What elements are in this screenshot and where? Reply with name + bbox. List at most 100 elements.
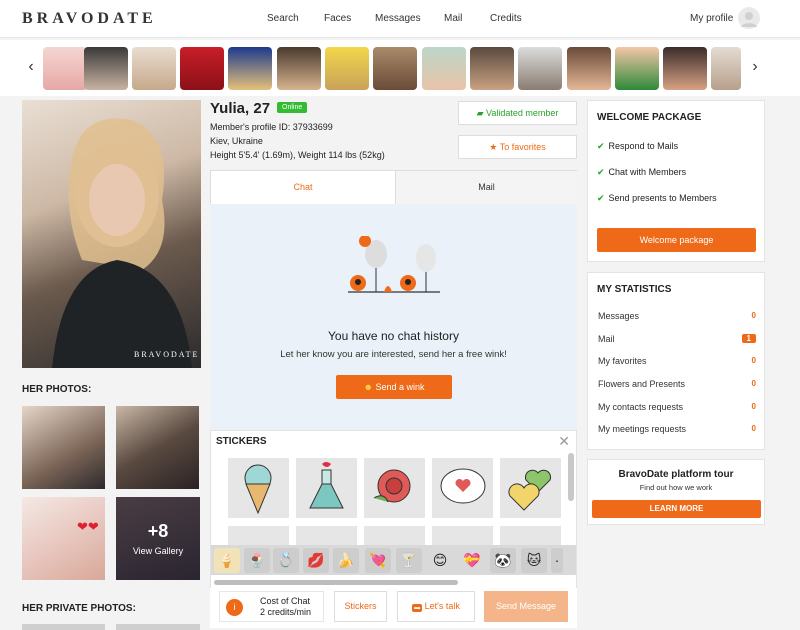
cost-of-chat-box: i Cost of Chat 2 credits/min: [219, 591, 324, 622]
profile-name-age: Yulia, 27: [210, 100, 271, 117]
carousel-thumb[interactable]: [615, 47, 659, 90]
empty-chat-title: You have no chat history: [328, 329, 459, 343]
strip-lips-icon[interactable]: 💋: [303, 548, 329, 573]
portrait-illustration: [52, 118, 192, 368]
sticker-partial[interactable]: [432, 526, 493, 545]
carousel-thumb[interactable]: [180, 47, 224, 90]
welcome-item: ✔ Send presents to Members: [597, 193, 717, 203]
platform-tour-box: BravoDate platform tour Find out how we …: [587, 459, 765, 525]
sticker-partial[interactable]: [364, 526, 425, 545]
gallery-photo[interactable]: ❤❤: [22, 497, 105, 580]
sticker-heart-bubble[interactable]: [432, 458, 493, 518]
carousel-thumb[interactable]: [711, 47, 741, 90]
strip-panda-icon[interactable]: 🐼: [490, 548, 516, 573]
stickers-scrollbar[interactable]: [568, 453, 574, 501]
tab-chat[interactable]: Chat: [211, 171, 395, 204]
stickers-title: STICKERS: [216, 436, 267, 447]
stickers-button[interactable]: Stickers: [334, 591, 387, 622]
strip-cat-icon[interactable]: 🐱: [521, 548, 547, 573]
stat-count: 0: [751, 424, 756, 433]
carousel-thumb[interactable]: [228, 47, 272, 90]
send-wink-button[interactable]: ☻ Send a wink: [336, 375, 452, 399]
my-profile-link[interactable]: My profile: [690, 13, 733, 24]
sticker-ice-cream[interactable]: [228, 458, 289, 518]
stat-row-messages[interactable]: Messages 0: [598, 311, 756, 321]
sticker-potion[interactable]: [296, 458, 357, 518]
strip-more-icon[interactable]: ·: [551, 548, 563, 573]
user-icon: [741, 12, 757, 27]
to-favorites-button[interactable]: ★ To favorites: [458, 135, 577, 159]
gallery-photo[interactable]: [22, 406, 105, 489]
lets-talk-label: Let's talk: [424, 601, 460, 611]
carousel-thumb[interactable]: [518, 47, 562, 90]
nav-messages[interactable]: Messages: [375, 13, 421, 24]
carousel-thumb[interactable]: [373, 47, 417, 90]
welcome-title: WELCOME PACKAGE: [597, 112, 702, 123]
carousel-thumb[interactable]: [663, 47, 707, 90]
nav-faces[interactable]: Faces: [324, 13, 351, 24]
stat-row-presents[interactable]: Flowers and Presents 0: [598, 379, 756, 389]
carousel-thumb[interactable]: [567, 47, 611, 90]
tab-mail[interactable]: Mail: [395, 171, 577, 204]
my-statistics-box: MY STATISTICS Messages 0 Mail 1 My favorit…: [587, 272, 765, 450]
verified-icon: ▰: [476, 108, 484, 118]
ice-cream-icon: [244, 464, 272, 515]
star-icon: ★: [489, 142, 498, 152]
nav-credits[interactable]: Credits: [490, 13, 522, 24]
chevron-right-icon[interactable]: ›: [747, 58, 763, 76]
carousel-thumb[interactable]: [277, 47, 321, 90]
carousel-thumb[interactable]: [470, 47, 514, 90]
chat-bubble-icon: ▬: [412, 604, 423, 612]
strip-heart-face-icon[interactable]: 💝: [459, 548, 485, 573]
strip-ice-cream-icon[interactable]: 🍦: [214, 548, 240, 573]
sticker-rose[interactable]: [364, 458, 425, 518]
sticker-partial[interactable]: [500, 526, 561, 545]
strip-arrow-heart-icon[interactable]: 💘: [365, 548, 391, 573]
nav-search[interactable]: Search: [267, 13, 299, 24]
send-message-button[interactable]: Send Message: [484, 591, 568, 622]
sticker-partial[interactable]: [228, 526, 289, 545]
lets-talk-button[interactable]: ▬ Let's talk: [397, 591, 475, 622]
stat-row-contacts[interactable]: My contacts requests 0: [598, 402, 756, 412]
nav-mail[interactable]: Mail: [444, 13, 462, 24]
strip-smile-icon[interactable]: 😊: [427, 548, 453, 573]
stat-row-meetings[interactable]: My meetings requests 0: [598, 424, 756, 434]
avatar[interactable]: [738, 7, 760, 29]
carousel-thumb[interactable]: [43, 47, 87, 90]
site-logo[interactable]: BRAVODATE: [22, 10, 157, 28]
stat-row-favorites[interactable]: My favorites 0: [598, 356, 756, 366]
carousel-thumb[interactable]: [325, 47, 369, 90]
carousel-thumb[interactable]: [422, 47, 466, 90]
learn-more-button[interactable]: LEARN MORE: [592, 500, 761, 518]
strip-scrollbar[interactable]: [214, 580, 458, 585]
chevron-left-icon[interactable]: ‹: [23, 58, 39, 76]
carousel-thumb[interactable]: [132, 47, 176, 90]
strip-sundae-icon[interactable]: 🍨: [244, 548, 270, 573]
watermark: BRAVODATE: [134, 350, 200, 359]
her-photos-heading: HER PHOTOS:: [22, 384, 92, 395]
sticker-hearts[interactable]: [500, 458, 561, 518]
validated-member-button[interactable]: ▰ Validated member: [458, 101, 577, 125]
check-icon: ✔: [597, 193, 605, 203]
gallery-photo[interactable]: [116, 406, 199, 489]
view-gallery-tile[interactable]: +8 View Gallery: [116, 497, 200, 580]
strip-glass-icon[interactable]: 🍸: [396, 548, 422, 573]
private-photo[interactable]: [22, 624, 105, 630]
stat-row-mail[interactable]: Mail 1: [598, 334, 756, 344]
welcome-package-box: WELCOME PACKAGE ✔ Respond to Mails ✔ Chat …: [587, 100, 765, 262]
close-icon[interactable]: ✕: [558, 433, 570, 450]
top-header: BRAVODATE Search Faces Messages Mail Cre…: [0, 0, 800, 38]
profile-carousel: ‹ ›: [0, 40, 800, 96]
welcome-package-button[interactable]: Welcome package: [597, 228, 756, 252]
strip-banana-icon[interactable]: 🍌: [333, 548, 359, 573]
private-photo[interactable]: [116, 624, 200, 630]
strip-ring-icon[interactable]: 💍: [273, 548, 299, 573]
online-badge: Online: [277, 102, 308, 113]
main-profile-photo[interactable]: BRAVODATE: [22, 100, 201, 368]
heart-icon: ❤❤: [77, 519, 99, 534]
check-icon: ✔: [597, 167, 605, 177]
welcome-item: ✔ Respond to Mails: [597, 141, 679, 151]
carousel-thumb[interactable]: [84, 47, 128, 90]
rose-icon: [373, 469, 411, 503]
sticker-partial[interactable]: [296, 526, 357, 545]
